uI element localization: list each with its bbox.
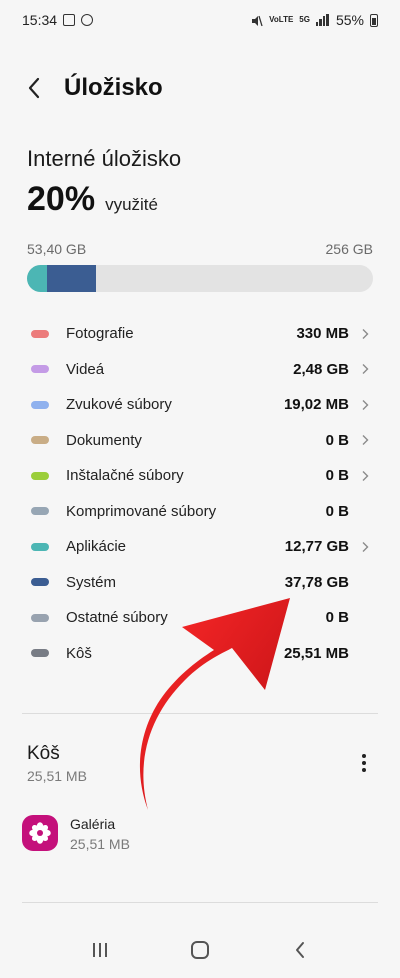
category-row: Ostatné súbory 0 B: [0, 600, 400, 636]
category-label: Dokumenty: [66, 431, 142, 449]
back-button[interactable]: [4, 62, 64, 114]
more-dot: [362, 761, 366, 765]
category-label: Inštalačné súbory: [66, 467, 184, 485]
waze-notification-icon: [81, 14, 94, 26]
category-size: 12,77 GB: [284, 538, 349, 556]
battery-percent: 55%: [335, 12, 364, 28]
recents-button[interactable]: [80, 930, 120, 970]
category-label: Komprimované súbory: [66, 502, 217, 520]
back-arrow-icon: [28, 77, 40, 99]
trash-app-size: 25,51 MB: [70, 836, 130, 852]
status-right: VoLTE 5G 55%: [251, 12, 378, 28]
gallery-flower-icon: [22, 815, 58, 851]
usage-bar-segment: [46, 265, 97, 292]
usage-percent: 20%: [27, 180, 96, 218]
category-row: Kôš 25,51 MB: [0, 636, 400, 672]
more-options-button[interactable]: [352, 748, 376, 778]
category-size: 0 B: [325, 431, 349, 449]
category-size: 0 B: [325, 467, 349, 485]
internal-storage-title: Interné úložisko: [27, 146, 182, 171]
category-row[interactable]: Dokumenty 0 B: [0, 423, 400, 459]
status-time: 15:34: [22, 12, 58, 28]
category-row: Systém 37,78 GB: [0, 565, 400, 601]
category-color-dot: [31, 507, 49, 516]
more-vertical-icon: [362, 754, 366, 758]
category-size: 0 B: [325, 609, 349, 627]
used-capacity: 53,40 GB: [27, 241, 87, 257]
trash-section-title: Kôš: [27, 743, 60, 764]
signal-icon: [315, 14, 330, 26]
category-color-dot: [31, 471, 49, 480]
trash-app-name: Galéria: [70, 816, 116, 832]
category-size: 19,02 MB: [283, 396, 349, 414]
category-color-dot: [31, 365, 49, 374]
category-color-dot: [31, 613, 49, 622]
category-size: 37,78 GB: [284, 573, 349, 591]
usage-bar-segment: [27, 265, 47, 292]
volte-label: VoLTE: [269, 15, 294, 24]
chevron-right-icon: [362, 470, 369, 481]
app-bar: Úložisko: [0, 62, 400, 114]
more-dot: [362, 768, 366, 772]
storage-usage-bar: [27, 265, 373, 292]
category-label: Videá: [66, 360, 105, 378]
navigation-bar: [0, 928, 400, 972]
category-size: 25,51 MB: [283, 644, 349, 662]
divider: [22, 713, 378, 714]
category-color-dot: [31, 436, 49, 445]
category-label: Aplikácie: [66, 538, 127, 556]
usage-summary: 20% využité: [27, 180, 158, 219]
trash-app-row[interactable]: Galéria 25,51 MB: [22, 812, 378, 856]
category-color-dot: [31, 542, 49, 551]
gallery-notification-icon: [63, 14, 76, 26]
home-button[interactable]: [180, 930, 220, 970]
category-row[interactable]: Fotografie 330 MB: [0, 316, 400, 352]
recents-icon: [93, 943, 107, 957]
back-icon: [296, 942, 304, 958]
used-label: využité: [105, 195, 158, 214]
chevron-right-icon: [362, 541, 369, 552]
nav-back-button[interactable]: [280, 930, 320, 970]
category-size: 0 B: [325, 502, 349, 520]
trash-section-size: 25,51 MB: [27, 768, 87, 784]
category-label: Zvukové súbory: [66, 396, 172, 414]
status-left: 15:34: [22, 12, 94, 28]
category-color-dot: [31, 649, 49, 658]
category-color-dot: [31, 400, 49, 409]
page-title: Úložisko: [64, 74, 163, 101]
category-row[interactable]: Videá 2,48 GB: [0, 352, 400, 388]
category-label: Ostatné súbory: [66, 609, 168, 627]
category-list: Fotografie 330 MB Videá 2,48 GB Zvukové súbo…: [0, 316, 400, 671]
chevron-right-icon: [362, 435, 369, 446]
category-label: Kôš: [66, 644, 92, 662]
category-size: 2,48 GB: [293, 360, 349, 378]
category-color-dot: [31, 578, 49, 587]
category-row: Komprimované súbory 0 B: [0, 494, 400, 530]
divider: [22, 902, 378, 903]
total-capacity: 256 GB: [325, 241, 373, 257]
5g-label: 5G: [299, 15, 310, 24]
mute-icon: [251, 14, 263, 27]
category-color-dot: [31, 329, 49, 338]
category-label: Fotografie: [66, 325, 134, 343]
battery-icon: [370, 13, 378, 27]
home-icon: [191, 941, 209, 959]
category-size: 330 MB: [296, 325, 349, 343]
category-row[interactable]: Inštalačné súbory 0 B: [0, 458, 400, 494]
status-bar: 15:34 VoLTE 5G 55%: [0, 0, 400, 40]
category-row[interactable]: Aplikácie 12,77 GB: [0, 529, 400, 565]
category-row[interactable]: Zvukové súbory 19,02 MB: [0, 387, 400, 423]
chevron-right-icon: [362, 364, 369, 375]
chevron-right-icon: [362, 328, 369, 339]
chevron-right-icon: [362, 399, 369, 410]
category-label: Systém: [66, 573, 117, 591]
